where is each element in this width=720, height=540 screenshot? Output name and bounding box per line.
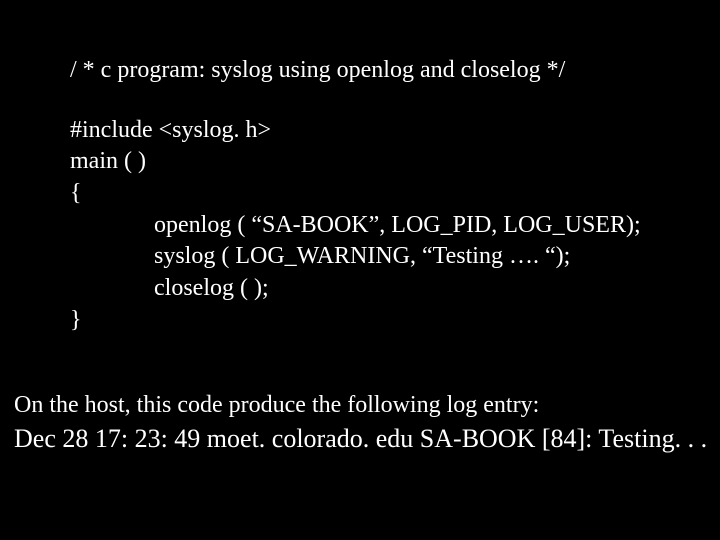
code-brace-close: }: [70, 305, 641, 337]
footer-log-entry: Dec 28 17: 23: 49 moet. colorado. edu SA…: [14, 422, 707, 456]
code-comment: / * c program: syslog using openlog and …: [70, 55, 641, 87]
slide: / * c program: syslog using openlog and …: [0, 0, 720, 540]
code-stmt-syslog: syslog ( LOG_WARNING, “Testing …. “);: [70, 241, 641, 273]
footer-caption: On the host, this code produce the follo…: [14, 390, 707, 422]
code-block: / * c program: syslog using openlog and …: [70, 55, 641, 336]
code-main: main ( ): [70, 146, 641, 178]
code-stmt-closelog: closelog ( );: [70, 273, 641, 305]
footer-block: On the host, this code produce the follo…: [14, 390, 707, 456]
code-brace-open: {: [70, 178, 641, 210]
code-stmt-openlog: openlog ( “SA-BOOK”, LOG_PID, LOG_USER);: [70, 210, 641, 242]
blank-line: [70, 87, 641, 115]
code-include: #include <syslog. h>: [70, 115, 641, 147]
